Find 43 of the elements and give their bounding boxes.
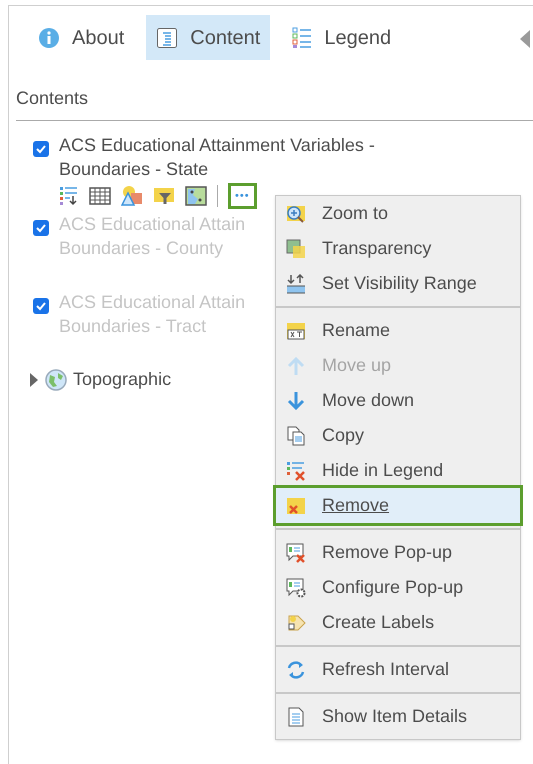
menu-item[interactable]: Show Item Details bbox=[276, 699, 520, 734]
map-icon[interactable] bbox=[185, 186, 207, 206]
menu-item[interactable]: Transparency bbox=[276, 231, 520, 266]
copy-icon bbox=[286, 426, 306, 446]
expand-arrow-icon[interactable] bbox=[30, 372, 39, 386]
layer-subtitle[interactable]: Boundaries - State bbox=[59, 157, 375, 181]
collapse-arrow-icon[interactable] bbox=[520, 30, 530, 48]
checkmark-icon bbox=[35, 143, 47, 155]
list-page-icon bbox=[156, 26, 178, 48]
tab[interactable]: About bbox=[28, 15, 134, 60]
transparency-icon bbox=[286, 238, 306, 258]
menu-item[interactable]: Set Visibility Range bbox=[276, 266, 520, 301]
table-icon[interactable] bbox=[89, 187, 111, 205]
up-icon bbox=[286, 356, 306, 376]
menu-item[interactable]: Remove bbox=[276, 488, 520, 523]
checkmark-icon bbox=[35, 222, 47, 234]
checkbox[interactable] bbox=[33, 141, 49, 157]
menu-item[interactable]: Refresh Interval bbox=[276, 652, 520, 687]
menu-item[interactable]: Create Labels bbox=[276, 605, 520, 640]
tab[interactable]: Legend bbox=[282, 15, 402, 60]
down-icon bbox=[286, 390, 306, 410]
menu-item[interactable]: Configure Pop-up bbox=[276, 570, 520, 605]
legend-list-icon bbox=[292, 26, 312, 48]
menu-item[interactable]: Zoom to bbox=[276, 196, 520, 231]
menu-item[interactable]: Move down bbox=[276, 383, 520, 418]
layer-title[interactable]: ACS Educational Attainment Variables - bbox=[59, 133, 375, 157]
info-icon bbox=[38, 26, 60, 48]
basemap-label[interactable]: Topographic bbox=[73, 366, 172, 393]
menu-item[interactable]: Rename bbox=[276, 313, 520, 348]
checkbox[interactable] bbox=[33, 298, 49, 314]
globe-icon bbox=[45, 368, 67, 390]
zoom-icon bbox=[286, 204, 306, 224]
menu-item[interactable]: Copy bbox=[276, 418, 520, 453]
menu-item[interactable]: Remove Pop-up bbox=[276, 535, 520, 570]
refresh-icon bbox=[286, 660, 306, 680]
legend-list-icon[interactable] bbox=[59, 186, 79, 206]
menu-item[interactable]: Hide in Legend bbox=[276, 453, 520, 488]
section-heading: Contents bbox=[16, 87, 88, 110]
shapes-icon[interactable] bbox=[121, 185, 143, 207]
filter-icon[interactable] bbox=[153, 186, 175, 206]
checkmark-icon bbox=[35, 300, 47, 312]
checkbox[interactable] bbox=[33, 220, 49, 236]
tab[interactable]: Content bbox=[146, 15, 270, 60]
